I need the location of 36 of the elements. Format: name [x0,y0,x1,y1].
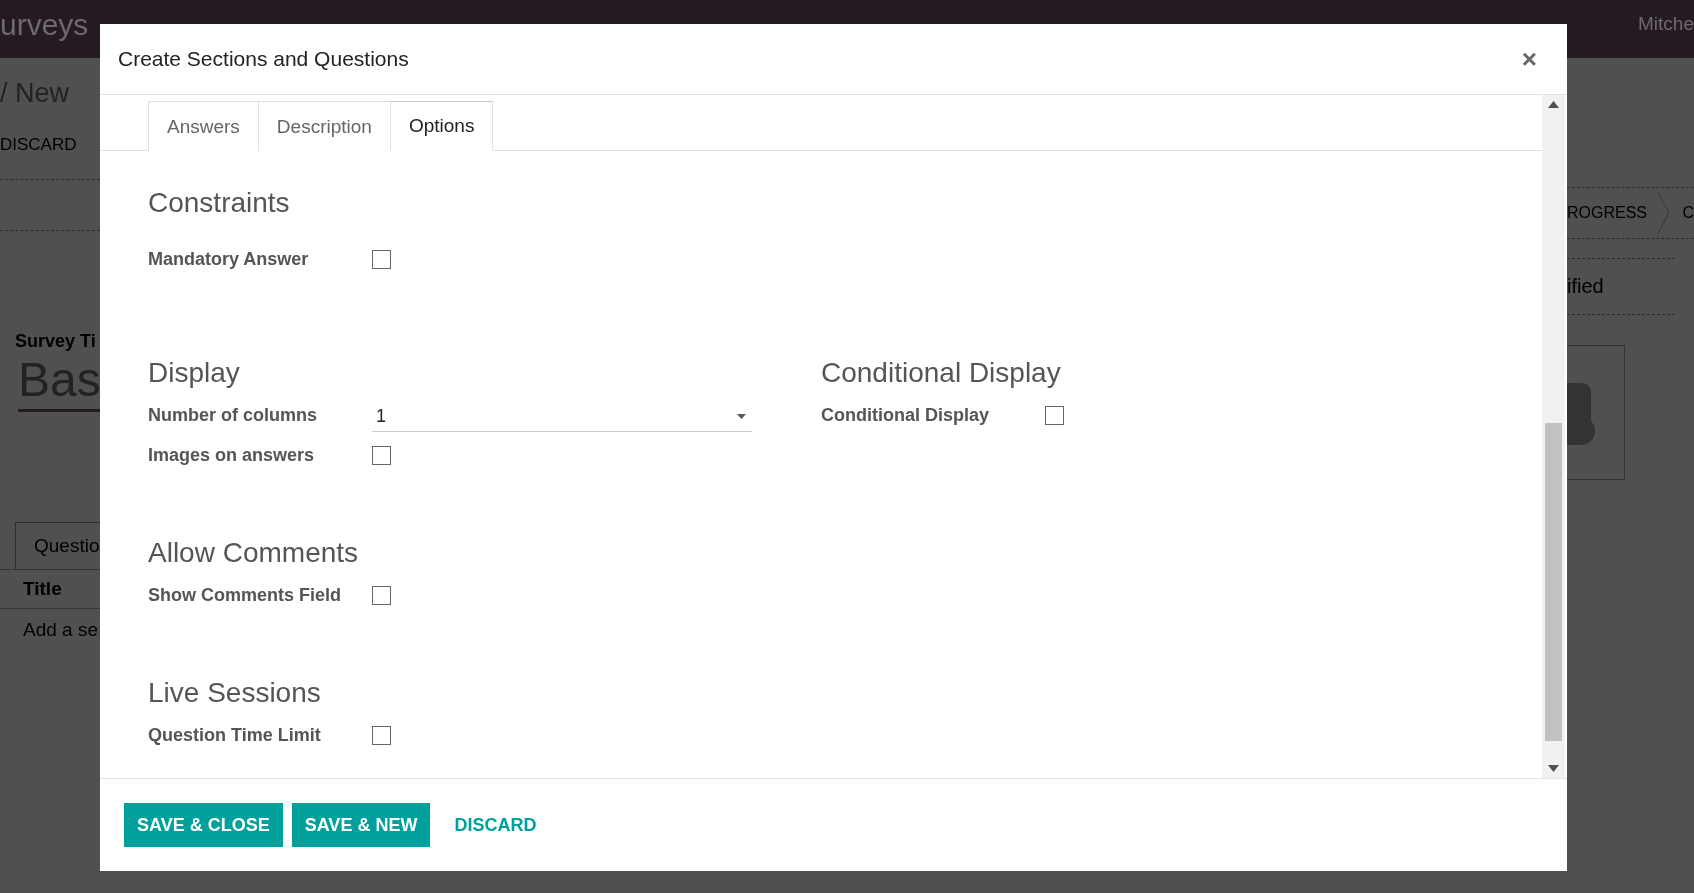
section-heading: Display [148,357,241,389]
close-button[interactable]: × [1517,43,1541,75]
save-button[interactable]: SAVE & CLOSE [124,803,283,847]
checkbox[interactable] [372,249,391,269]
section-heading: Constraints [148,187,291,219]
field-label: Survey Ti [15,331,97,352]
tab[interactable]: Options [389,101,494,151]
field-label: Conditional Display [821,404,990,426]
section-heading: Allow Comments [148,537,360,569]
field-label: Images on answers [148,444,316,466]
checkbox[interactable] [372,725,391,745]
app-name[interactable]: urveys [0,8,89,42]
dialog-title: Create Sections and Questions [118,47,409,71]
user-name[interactable]: Mitche [1638,13,1694,35]
field-label: Number of columns [148,404,318,426]
section-heading: Live Sessions [148,677,322,709]
select-field[interactable]: 1 [372,398,752,432]
field-label: Mandatory Answer [148,248,310,270]
discard-button[interactable]: DISCARD [441,803,550,847]
scrollbar-thumb[interactable] [1545,423,1562,741]
scroll-up-arrow-icon[interactable] [1548,101,1559,108]
field-label: Question Time Limit [148,724,322,746]
scrollbar[interactable] [1542,95,1565,778]
section-heading: Conditional Display [821,357,1062,389]
discard-button[interactable]: DISCARD [0,135,100,155]
checkbox[interactable] [372,445,391,465]
tab[interactable]: Answers [148,101,258,151]
field-label: Show Comments Field [148,584,343,606]
caret-icon [737,414,746,419]
scroll-down-arrow-icon[interactable] [1548,765,1559,772]
status-stage[interactable]: ROGRESS [1567,204,1647,222]
status-stage[interactable]: C [1682,204,1694,222]
tab[interactable]: Description [257,101,390,151]
checkbox[interactable] [1045,405,1064,425]
save-button[interactable]: SAVE & NEW [291,803,431,847]
checkbox[interactable] [372,585,391,605]
